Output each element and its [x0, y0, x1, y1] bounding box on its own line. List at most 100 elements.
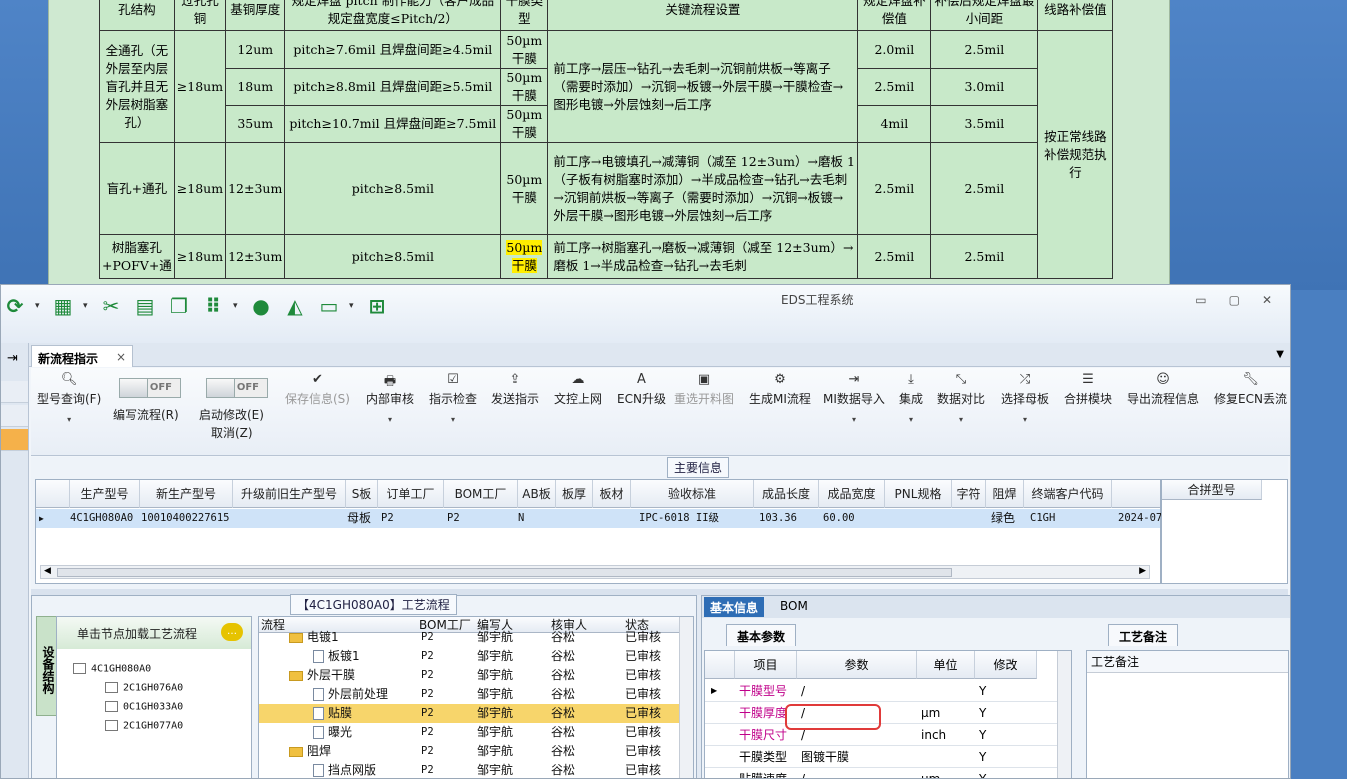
col-header[interactable]: 板材 [593, 480, 631, 508]
enable-modify-toggle[interactable]: OFF [206, 378, 268, 398]
merge-button[interactable]: ☰ 合拼模块 [1064, 372, 1112, 407]
param-row[interactable]: 干膜类型 图镀干膜 Y [705, 746, 1071, 768]
comment-icon[interactable]: … [221, 623, 243, 641]
copy-icon[interactable]: ❐ [165, 293, 193, 319]
col-header[interactable]: 阻焊 [986, 480, 1024, 508]
process-row-selected[interactable]: 贴膜 P2 邹宇航 谷松 已审核 [259, 704, 679, 723]
cell-date[interactable]: 2024-07 [1118, 509, 1162, 528]
instr-check-button[interactable]: ☑ 指示检查 ▾ [429, 372, 477, 424]
scrollbar-thumb[interactable] [57, 568, 952, 577]
process-row[interactable]: 挡点网版 P2 邹宇航 谷松 已审核 [259, 761, 679, 778]
table-row-selected[interactable]: ▶ 4C1GH080A0 10010400227615 母板 P2 P2 N I… [36, 509, 1162, 528]
param-row[interactable]: 贴膜速度 / µm Y [705, 768, 1071, 778]
select-mother-button[interactable]: ⤮ 选择母板 ▾ [1001, 372, 1049, 424]
param-row[interactable]: ▶ 干膜型号 / Y [705, 680, 1071, 702]
dropdown-icon[interactable]: ▾ [35, 301, 43, 311]
vertical-scrollbar[interactable] [1057, 651, 1071, 778]
mi-import-button[interactable]: ⇥ MI数据导入 ▾ [823, 372, 885, 424]
user-icon[interactable]: ● [247, 293, 275, 319]
col-header[interactable]: 验收标准 [631, 480, 754, 508]
redraw-button[interactable]: ▣ 重选开料图 [674, 372, 734, 407]
cell-s-board[interactable]: 母板 [347, 509, 371, 528]
col-header[interactable]: 订单工厂 [378, 480, 444, 508]
query-button[interactable]: 🔍︎ 型号查询(F) ▾ [37, 372, 101, 424]
scissors-icon[interactable]: ✂ [97, 293, 125, 319]
col-header[interactable]: 参数 [797, 651, 917, 679]
process-row[interactable]: 阻焊 P2 邹宇航 谷松 已审核 [259, 742, 679, 761]
cell-length[interactable]: 103.36 [759, 509, 797, 528]
close-button[interactable]: ✕ [1262, 293, 1272, 307]
param-row[interactable]: 干膜厚度 / µm Y [705, 702, 1071, 724]
col-header[interactable]: 升级前旧生产型号 [233, 480, 346, 508]
cell-ab[interactable]: N [518, 509, 524, 528]
col-header[interactable]: PNL规格 [885, 480, 952, 508]
tab-new-flow[interactable]: 新流程指示 × [31, 345, 133, 367]
process-row[interactable]: 外层前处理 P2 邹宇航 谷松 已审核 [259, 685, 679, 704]
cell-bom-factory[interactable]: P2 [447, 509, 460, 528]
gen-mi-button[interactable]: ⚙ 生成MI流程 [749, 372, 811, 407]
tab-basic-info[interactable]: 基本信息 [704, 597, 765, 617]
param-row[interactable]: 干膜尺寸 / inch Y [705, 724, 1071, 746]
chart-icon[interactable]: ◭ [281, 293, 309, 319]
tree-child[interactable]: 2C1GH076A0 [105, 682, 183, 694]
vertical-tab-structure[interactable]: 设备结构 [36, 616, 58, 716]
vertical-scrollbar[interactable] [679, 617, 693, 778]
chevron-down-icon[interactable]: ▼ [1276, 349, 1284, 360]
compare-button[interactable]: ⤡ 数据对比 ▾ [937, 372, 985, 424]
export-button[interactable]: ☺ 导出流程信息 [1127, 372, 1199, 407]
dropdown-icon[interactable]: ▾ [349, 301, 357, 311]
edit-flow-toggle[interactable]: OFF [119, 378, 181, 398]
integrate-button[interactable]: ⤓ 集成 ▾ [899, 372, 923, 424]
minimize-button[interactable]: ▭ [1195, 293, 1206, 307]
tree-child[interactable]: 2C1GH077A0 [105, 720, 183, 732]
cell-new-model[interactable]: 10010400227615 [141, 509, 230, 528]
col-header[interactable]: S板 [346, 480, 378, 508]
process-row[interactable]: 外层干膜 P2 邹宇航 谷松 已审核 [259, 666, 679, 685]
tab-close-icon[interactable]: × [116, 350, 126, 364]
fix-ecn-button[interactable]: 🔧︎ 修复ECN丢流 [1214, 372, 1287, 407]
maximize-button[interactable]: ▢ [1229, 293, 1240, 307]
col-header[interactable]: 新生产型号 [140, 480, 233, 508]
cell-order-factory[interactable]: P2 [381, 509, 394, 528]
left-strip-item[interactable] [1, 381, 28, 403]
col-header[interactable]: 终端客户代码 [1024, 480, 1112, 508]
col-header[interactable]: 板厚 [556, 480, 593, 508]
send-button[interactable]: ⇪ 发送指示 [491, 372, 539, 407]
refresh-icon[interactable]: ⟳ [1, 293, 29, 319]
process-row[interactable]: 电镀1 P2 邹宇航 谷松 已审核 [259, 628, 679, 647]
grid-icon[interactable]: ⠿ [199, 293, 227, 319]
ecn-button[interactable]: A ECN升级 [617, 372, 666, 407]
col-header[interactable]: 项目 [735, 651, 797, 679]
col-header[interactable]: 成品长度 [754, 480, 819, 508]
cell-standard[interactable]: IPC-6018 II级 [639, 509, 719, 528]
col-header[interactable]: 修改 [975, 651, 1037, 679]
monitor-icon[interactable]: ▭ [315, 293, 343, 319]
remark-textarea[interactable] [1087, 673, 1273, 773]
col-header[interactable]: BOM工厂 [444, 480, 518, 508]
tree-root[interactable]: 4C1GH080A0 [73, 663, 151, 675]
inner-review-button[interactable]: 🖶︎ 内部审核 ▾ [366, 372, 414, 424]
upload-button[interactable]: ☁ 文控上网 [554, 372, 602, 407]
col-header[interactable]: AB板 [518, 480, 556, 508]
col-header[interactable]: 字符 [952, 480, 986, 508]
cell-model[interactable]: 4C1GH080A0 [70, 509, 133, 528]
subtab-basic-params[interactable]: 基本参数 [726, 624, 797, 646]
horizontal-scrollbar[interactable]: ◀ ▶ [40, 565, 1150, 579]
dropdown-icon[interactable]: ▾ [83, 301, 91, 311]
process-row[interactable]: 曝光 P2 邹宇航 谷松 已审核 [259, 723, 679, 742]
col-header[interactable]: 单位 [917, 651, 975, 679]
col-header[interactable]: 成品宽度 [819, 480, 885, 508]
dropdown-icon[interactable]: ▾ [233, 301, 241, 311]
cancel-button[interactable]: 取消(Z) [211, 424, 253, 441]
tab-bom[interactable]: BOM [774, 597, 814, 617]
cell-customer[interactable]: C1GH [1030, 509, 1055, 528]
left-strip-item-active[interactable] [1, 429, 28, 451]
col-header-merge[interactable]: 合拼型号 [1162, 480, 1262, 500]
save-button[interactable]: ✔ 保存信息(S) [285, 372, 350, 407]
cell-width[interactable]: 60.00 [823, 509, 855, 528]
process-row[interactable]: 板镀1 P2 邹宇航 谷松 已审核 [259, 647, 679, 666]
left-strip-item[interactable] [1, 405, 28, 427]
table-icon[interactable]: ▦ [49, 293, 77, 319]
login-icon[interactable]: ⇥ [7, 351, 18, 366]
cell-mask[interactable]: 绿色 [991, 509, 1015, 528]
